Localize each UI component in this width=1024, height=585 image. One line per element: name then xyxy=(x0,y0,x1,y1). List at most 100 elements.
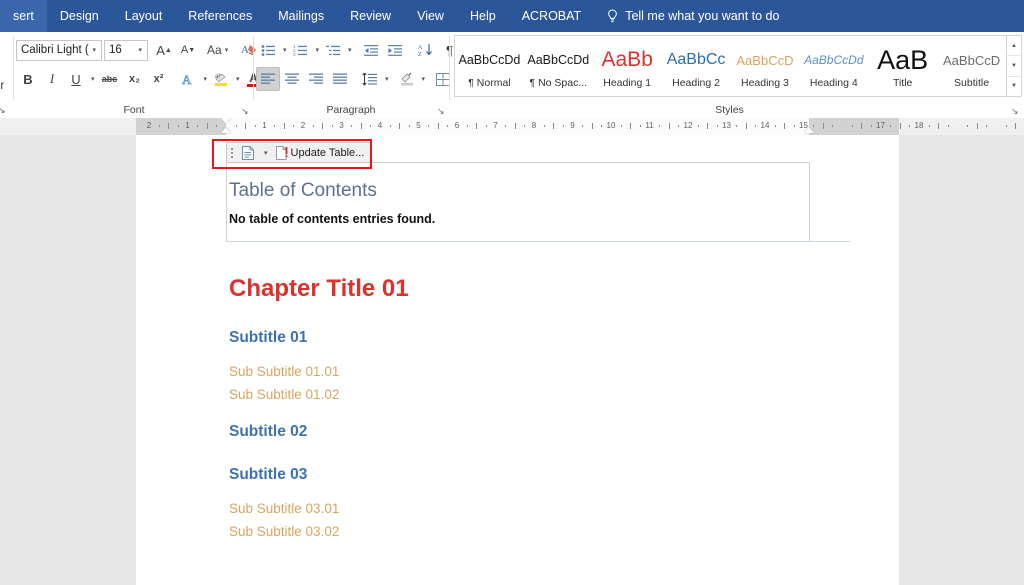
strikethrough-label: abc xyxy=(101,74,118,84)
tab-insert[interactable]: sert xyxy=(0,0,47,32)
document-heading-h2[interactable]: Subtitle 01 xyxy=(229,329,307,347)
first-line-indent-marker[interactable] xyxy=(221,118,231,124)
change-case-caret[interactable]: ▾ xyxy=(223,46,231,54)
tab-help[interactable]: Help xyxy=(457,0,509,32)
styles-dialog-launcher[interactable]: ↘ xyxy=(1011,106,1021,116)
styles-gallery[interactable]: AaBbCcDd ¶ Normal AaBbCcDd ¶ No Spac... AaBb… xyxy=(454,35,1007,97)
toc-empty-message: No table of contents entries found. xyxy=(229,212,436,226)
style-item[interactable]: AaB Title xyxy=(868,36,937,96)
ruler-tick xyxy=(159,125,160,127)
bullets-caret[interactable]: ▾ xyxy=(281,46,289,54)
style-name: Heading 2 xyxy=(672,77,720,89)
ruler-track[interactable]: 2 1 1 2 3 4 5 6 7 8 9 10 11 12 13 14 15 17 18 xyxy=(0,118,1024,135)
text-effects-caret[interactable]: ▾ xyxy=(202,75,210,83)
tab-acrobat[interactable]: ACROBAT xyxy=(509,0,595,32)
shading-button[interactable] xyxy=(395,67,419,91)
document-heading-h2[interactable]: Subtitle 03 xyxy=(229,466,307,484)
paragraph-dialog-launcher[interactable]: ↘ xyxy=(437,106,447,116)
shading-caret[interactable]: ▾ xyxy=(420,75,428,83)
tab-layout[interactable]: Layout xyxy=(112,0,176,32)
ruler-tick xyxy=(207,123,208,129)
tab-review[interactable]: Review xyxy=(337,0,404,32)
strikethrough-button[interactable]: abc xyxy=(97,67,123,91)
toc-properties-button[interactable] xyxy=(238,143,258,163)
decrease-indent-button[interactable] xyxy=(360,38,384,62)
text-effects-button[interactable]: A xyxy=(177,67,201,91)
change-case-button[interactable]: Aa ▾ xyxy=(206,38,231,62)
ruler-tick xyxy=(621,125,622,127)
line-spacing-caret[interactable]: ▾ xyxy=(383,75,391,83)
bullets-button[interactable] xyxy=(256,38,280,62)
right-indent-marker[interactable] xyxy=(804,127,814,133)
style-item[interactable]: AaBbCcD Heading 3 xyxy=(731,36,800,96)
styles-more-button[interactable]: ▼ xyxy=(1007,77,1021,96)
highlight-caret[interactable]: ▾ xyxy=(234,75,242,83)
numbering-caret[interactable]: ▾ xyxy=(314,46,322,54)
font-name-combo[interactable]: Calibri Light (H ▾ xyxy=(16,39,102,61)
superscript-button[interactable]: x² xyxy=(147,67,171,91)
style-item[interactable]: AaBb Heading 1 xyxy=(593,36,662,96)
styles-scroll-down-button[interactable]: ▼ xyxy=(1007,56,1021,77)
shrink-font-button[interactable]: A ▼ xyxy=(176,38,200,62)
style-item[interactable]: AaBbCcD Subtitle xyxy=(937,36,1006,96)
hanging-indent-marker[interactable] xyxy=(221,127,231,133)
bold-button[interactable]: B xyxy=(16,67,40,91)
ribbon-group-clipboard: er ↘ xyxy=(0,32,14,118)
tell-me-search[interactable]: Tell me what you want to do xyxy=(606,8,779,24)
styles-gallery-scrollbar[interactable]: ▲ ▼ ▼ xyxy=(1007,35,1022,97)
document-body[interactable]: Table of Contents No table of contents e… xyxy=(136,135,899,585)
align-right-button[interactable] xyxy=(304,67,328,91)
toc-content-control[interactable] xyxy=(226,162,810,242)
update-table-button[interactable]: Update Table... xyxy=(273,145,368,161)
tab-view[interactable]: View xyxy=(404,0,457,32)
highlight-button[interactable]: ab xyxy=(209,67,233,91)
ruler-number: 3 xyxy=(339,121,344,130)
font-name-caret[interactable]: ▾ xyxy=(89,46,99,54)
ruler-tick xyxy=(361,123,362,129)
drag-handle-icon[interactable] xyxy=(229,147,235,158)
tab-references[interactable]: References xyxy=(175,0,265,32)
styles-scroll-up-button[interactable]: ▲ xyxy=(1007,36,1021,57)
multilevel-list-caret[interactable]: ▾ xyxy=(346,46,354,54)
line-spacing-button[interactable] xyxy=(358,67,382,91)
tab-mailings[interactable]: Mailings xyxy=(265,0,337,32)
multilevel-list-button[interactable] xyxy=(321,38,345,62)
document-heading-h3[interactable]: Sub Subtitle 03.01 xyxy=(229,501,339,516)
font-dialog-launcher[interactable]: ↘ xyxy=(241,106,251,116)
underline-button[interactable]: U xyxy=(64,67,88,91)
document-heading-h1[interactable]: Chapter Title 01 xyxy=(229,275,409,303)
underline-caret[interactable]: ▾ xyxy=(89,75,97,83)
document-heading-h3[interactable]: Sub Subtitle 01.02 xyxy=(229,387,339,402)
grow-font-button[interactable]: A ▲ xyxy=(152,38,176,62)
horizontal-ruler[interactable]: 2 1 1 2 3 4 5 6 7 8 9 10 11 12 13 14 15 17 18 xyxy=(0,118,1024,136)
font-size-caret[interactable]: ▾ xyxy=(135,46,145,54)
italic-button[interactable]: I xyxy=(40,67,64,91)
align-left-icon xyxy=(260,73,275,84)
ruler-tick xyxy=(332,125,333,127)
tab-design[interactable]: Design xyxy=(47,0,112,32)
clipboard-dialog-launcher[interactable]: ↘ xyxy=(0,105,6,116)
align-center-button[interactable] xyxy=(280,67,304,91)
document-heading-h3[interactable]: Sub Subtitle 03.02 xyxy=(229,524,339,539)
toc-dropdown-caret[interactable]: ▾ xyxy=(262,149,270,157)
style-item[interactable]: AaBbCcDd Heading 4 xyxy=(799,36,868,96)
document-canvas[interactable]: Table of Contents No table of contents e… xyxy=(0,135,1024,585)
increase-indent-button[interactable] xyxy=(384,38,408,62)
superscript-label: x² xyxy=(153,73,164,85)
align-left-button[interactable] xyxy=(256,67,280,91)
style-item[interactable]: AaBbCc Heading 2 xyxy=(662,36,731,96)
document-page[interactable]: Table of Contents No table of contents e… xyxy=(136,135,899,585)
style-item[interactable]: AaBbCcDd ¶ No Spac... xyxy=(524,36,593,96)
style-item[interactable]: AaBbCcDd ¶ Normal xyxy=(455,36,524,96)
ribbon-group-paragraph: ▾ 1 2 3 ▾ ▾ A Z ▾ ▾ Paragraph ↘ xyxy=(252,32,462,118)
sort-button[interactable]: A Z xyxy=(414,38,438,62)
subscript-button[interactable]: x₂ xyxy=(123,67,147,91)
document-heading-h2[interactable]: Subtitle 02 xyxy=(229,423,307,441)
ruler-tick xyxy=(322,123,323,129)
font-size-combo[interactable]: 16 ▾ xyxy=(104,39,148,61)
content-control-toolbar[interactable]: ▾ Update Table... xyxy=(226,142,373,163)
numbering-button[interactable]: 1 2 3 xyxy=(289,38,313,62)
justify-button[interactable] xyxy=(328,67,352,91)
document-heading-h3[interactable]: Sub Subtitle 01.01 xyxy=(229,364,339,379)
ruler-tick xyxy=(197,125,198,127)
